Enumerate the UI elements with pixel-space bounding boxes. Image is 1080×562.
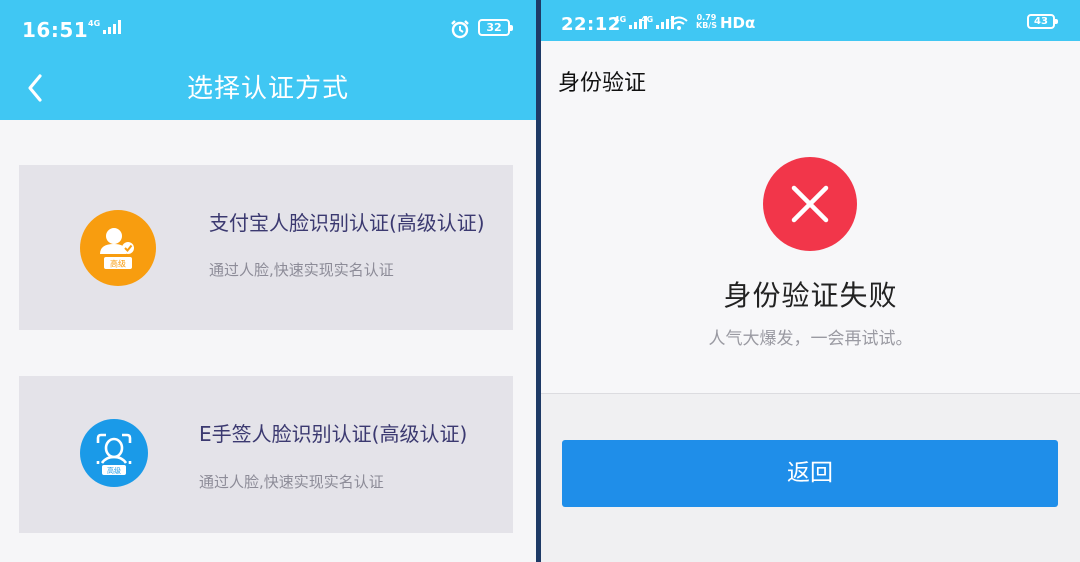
status-time: 16:51 [22,18,89,42]
battery-icon: 43 [1027,14,1058,29]
face-id-badge-icon: 高级 [80,210,156,286]
header: 选择认证方式 [0,58,536,120]
result-area: 身份验证 身份验证失败 人气大爆发，一会再试试。 [541,41,1080,394]
left-screen: 16:51 4G 32 选择认证方式 高级 支付宝人脸识别认证(高级认证) 通过… [0,0,536,562]
battery-icon: 32 [478,19,513,36]
error-x-icon [763,157,857,251]
status-bar: 16:51 4G 32 [0,0,536,58]
svg-text:高级: 高级 [107,466,121,475]
page-title: 选择认证方式 [186,74,349,104]
status-bar: 22:12 4G 4G 0.79 KB/S HDα 43 [541,0,1080,41]
option-title: E手签人脸识别认证(高级认证) [199,422,468,446]
right-screen: 22:12 4G 4G 0.79 KB/S HDα 43 身份验证 身份验证失败 [541,0,1080,562]
status-time: 22:12 [561,14,621,35]
option-title: 支付宝人脸识别认证(高级认证) [209,211,485,235]
option-subtitle: 通过人脸,快速实现实名认证 [199,473,384,491]
hd-indicator: HDα [720,14,756,32]
option-alipay-face-auth[interactable]: 高级 支付宝人脸识别认证(高级认证) 通过人脸,快速实现实名认证 [19,165,513,330]
alarm-icon [451,20,469,39]
network-rate: 0.79 KB/S [696,13,717,30]
return-button[interactable]: 返回 [562,440,1058,507]
wifi-icon [670,16,688,30]
option-subtitle: 通过人脸,快速实现实名认证 [209,261,394,279]
result-title: 身份验证失败 [723,279,898,312]
face-scan-icon: 高级 [80,419,148,487]
page-title: 身份验证 [558,71,647,96]
svg-text:高级: 高级 [110,259,126,269]
result-message: 人气大爆发，一会再试试。 [708,329,913,349]
option-esign-face-auth[interactable]: 高级 E手签人脸识别认证(高级认证) 通过人脸,快速实现实名认证 [19,376,513,533]
signal-icon: 4G [88,20,122,34]
